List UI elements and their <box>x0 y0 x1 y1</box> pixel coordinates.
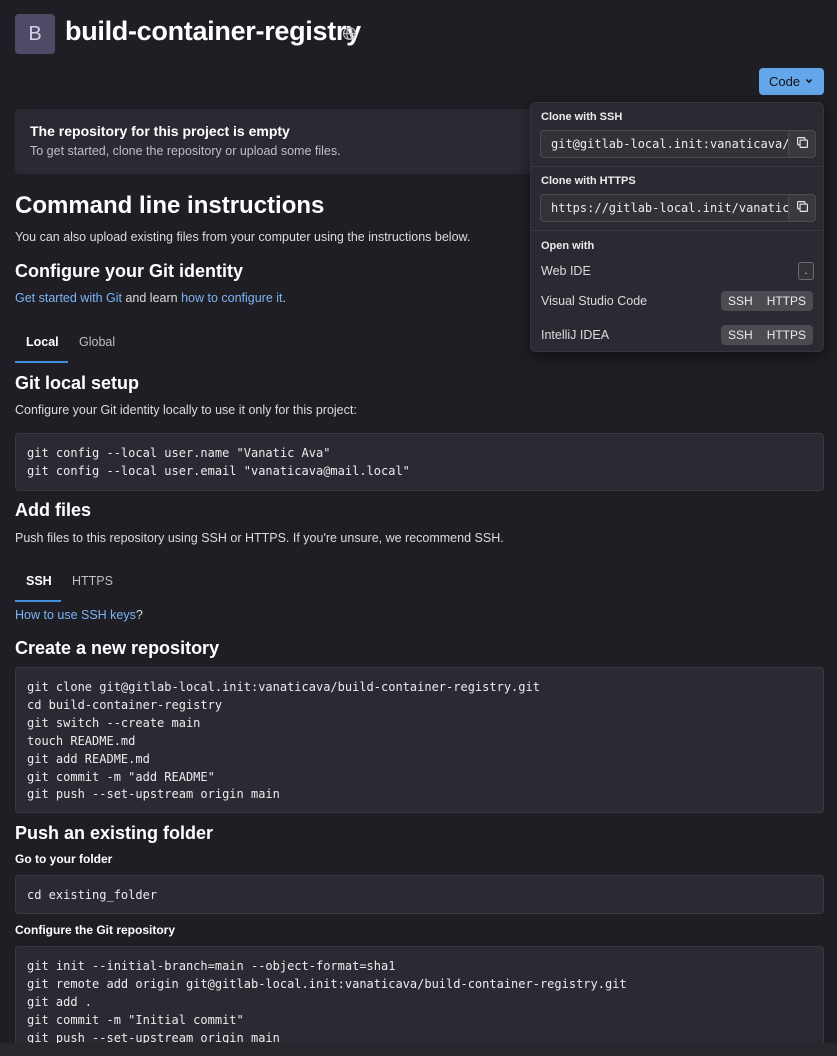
ssh-keys-suffix: ? <box>135 608 143 622</box>
add-files-desc: Push files to this repository using SSH … <box>15 531 504 545</box>
vscode-ssh-button[interactable]: SSH <box>721 291 760 311</box>
new-repo-code[interactable]: git clone git@gitlab-local.init:vanatica… <box>15 667 824 813</box>
web-ide-item[interactable]: Web IDE <box>541 264 591 278</box>
copy-ssh-button[interactable] <box>788 130 816 158</box>
configure-link[interactable]: how to configure it <box>181 291 282 305</box>
open-with-label: Open with <box>541 240 595 252</box>
vscode-https-button[interactable]: HTTPS <box>760 291 813 311</box>
add-files-title: Add files <box>15 500 92 520</box>
alert-body: To get started, clone the repository or … <box>30 144 341 158</box>
git-local-setup-title: Git local setup <box>15 373 140 393</box>
tab-local-underline <box>15 361 68 363</box>
copy-https-button[interactable] <box>788 194 816 222</box>
project-title: build-container-registry <box>65 16 361 46</box>
ssh-keys-link[interactable]: How to use SSH keys <box>15 608 136 622</box>
alert-title: The repository for this project is empty <box>30 123 290 139</box>
code-button[interactable]: Code <box>759 68 824 95</box>
copy-icon <box>796 200 809 216</box>
clone-dropdown: Clone with SSH git@gitlab-local.init:van… <box>530 102 824 352</box>
clone-ssh-label: Clone with SSH <box>541 111 623 123</box>
clone-https-label: Clone with HTTPS <box>541 175 636 187</box>
identity-title: Configure your Git identity <box>15 261 243 281</box>
dropdown-divider <box>531 166 823 167</box>
web-ide-shortcut: . <box>798 262 814 280</box>
tab-ssh[interactable]: SSH <box>26 574 52 588</box>
get-started-link[interactable]: Get started with Git <box>15 291 122 305</box>
intellij-https-button[interactable]: HTTPS <box>760 325 813 345</box>
intellij-item: IntelliJ IDEA <box>541 328 610 342</box>
copy-icon <box>796 136 809 152</box>
project-avatar: B <box>15 14 55 54</box>
clone-ssh-input[interactable]: git@gitlab-local.init:vanaticava/build-c… <box>540 130 788 158</box>
clone-https-input[interactable]: https://gitlab-local.init/vanaticava/bui… <box>540 194 788 222</box>
cli-title: Command line instructions <box>15 192 325 219</box>
tab-https[interactable]: HTTPS <box>72 574 113 588</box>
bottom-bar <box>0 1043 837 1056</box>
identity-end-text: . <box>282 291 286 305</box>
git-config-code[interactable]: git config --local user.name "Vanatic Av… <box>15 433 824 491</box>
go-to-folder-label: Go to your folder <box>15 852 113 866</box>
intellij-protocol-group: SSH HTTPS <box>721 325 814 345</box>
globe-icon <box>342 26 357 44</box>
intellij-ssh-button[interactable]: SSH <box>721 325 760 345</box>
identity-mid-text: and learn <box>121 291 182 305</box>
cd-folder-code[interactable]: cd existing_folder <box>15 875 824 914</box>
vscode-protocol-group: SSH HTTPS <box>721 291 814 311</box>
configure-repo-label: Configure the Git repository <box>15 923 176 937</box>
tab-ssh-underline <box>15 600 61 602</box>
configure-repo-code[interactable]: git init --initial-branch=main --object-… <box>15 946 824 1056</box>
new-repo-title: Create a new repository <box>15 638 220 658</box>
code-button-label: Code <box>768 74 801 89</box>
empty-repo-alert: The repository for this project is empty… <box>15 109 575 174</box>
chevron-down-icon <box>804 74 814 89</box>
git-local-setup-desc: Configure your Git identity locally to u… <box>15 403 357 417</box>
cli-intro: You can also upload existing files from … <box>15 230 471 244</box>
tab-global[interactable]: Global <box>79 335 115 349</box>
identity-desc: Get started with Git and learn how to co… <box>15 291 286 305</box>
vscode-item: Visual Studio Code <box>541 294 648 308</box>
ssh-keys-line: How to use SSH keys? <box>15 608 143 622</box>
dropdown-divider <box>531 230 823 231</box>
existing-folder-title: Push an existing folder <box>15 823 214 843</box>
tab-local[interactable]: Local <box>26 335 59 349</box>
